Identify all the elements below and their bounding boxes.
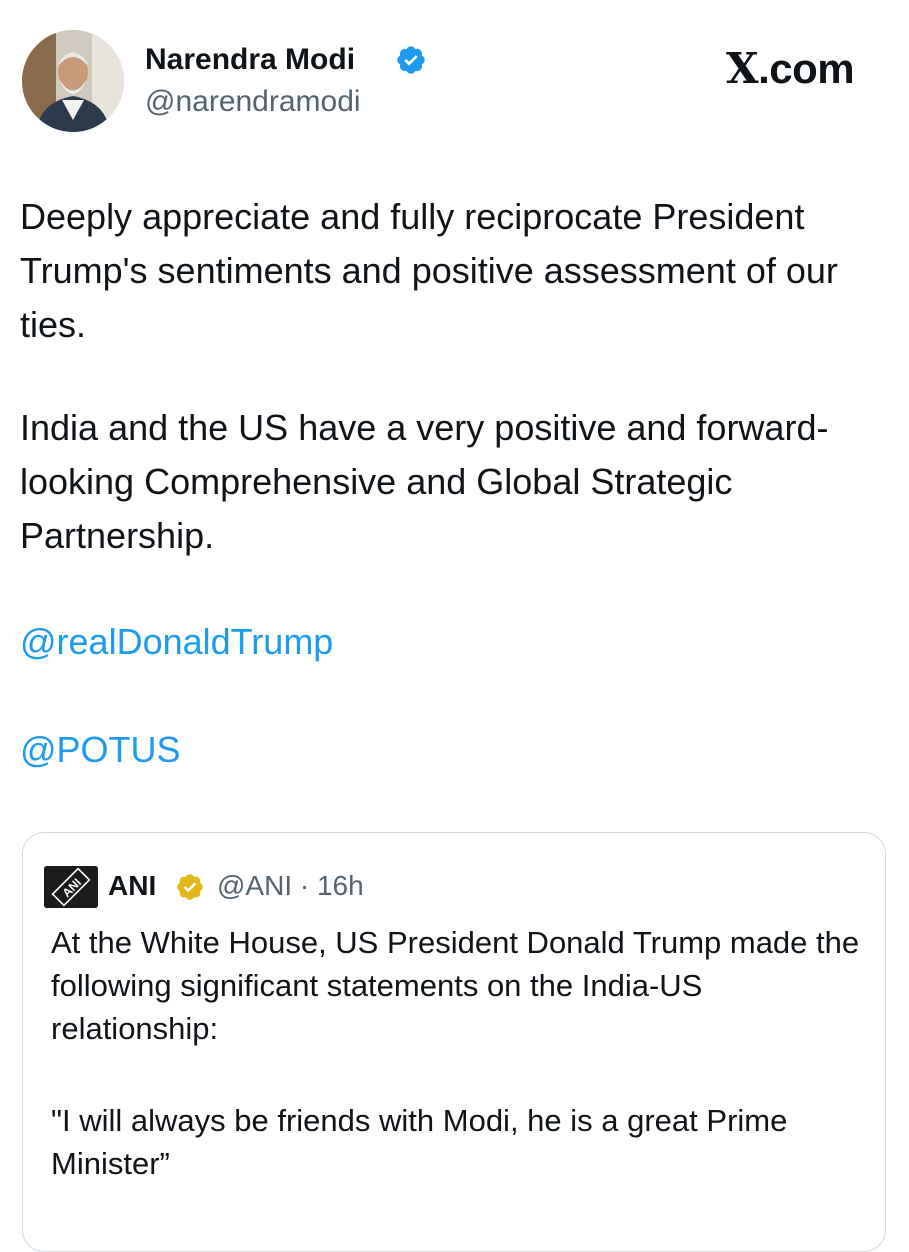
- quoted-handle-time[interactable]: @ANI · 16h: [217, 869, 364, 903]
- x-com-logo: X.com: [726, 44, 855, 93]
- x-logo-text: .com: [758, 45, 855, 92]
- quoted-tweet-paragraph: "I will always be friends with Modi, he …: [51, 1103, 788, 1181]
- avatar-image: [22, 30, 124, 132]
- verified-badge-icon: [397, 46, 425, 74]
- author-name[interactable]: Narendra Modi: [145, 42, 355, 78]
- avatar[interactable]: [22, 30, 124, 132]
- quoted-tweet-paragraph: At the White House, US President Donald …: [51, 925, 860, 1046]
- author-handle[interactable]: @narendramodi: [145, 84, 361, 120]
- mention-link-potus[interactable]: @POTUS: [20, 723, 900, 777]
- quoted-author-name[interactable]: ANI: [108, 869, 156, 903]
- ani-logo[interactable]: ANI: [44, 866, 98, 908]
- tweet-paragraph: India and the US have a very positive an…: [20, 407, 829, 556]
- tweet-header: Narendra Modi @narendramodi X.com: [0, 0, 909, 150]
- ani-logo-icon: ANI: [44, 866, 98, 908]
- quoted-tweet-card[interactable]: ANI ANI @ANI · 16h At the White House, U…: [22, 832, 886, 1252]
- x-logo-icon: X: [726, 44, 759, 93]
- tweet-paragraph: Deeply appreciate and fully reciprocate …: [20, 196, 838, 345]
- mention-link-realdonaldtrump[interactable]: @realDonaldTrump: [20, 615, 900, 669]
- verified-org-badge-icon: [177, 874, 203, 900]
